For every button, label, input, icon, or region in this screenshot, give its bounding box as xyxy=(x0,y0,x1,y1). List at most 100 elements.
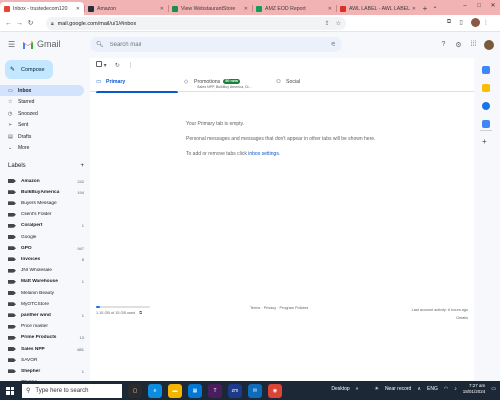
open-storage-icon[interactable]: ⧉ xyxy=(139,311,142,315)
label-item[interactable]: BulkBuyAmerica 194 xyxy=(8,187,84,197)
sidebar-item-snoozed[interactable]: ◷ Snoozed xyxy=(0,108,84,119)
lock-icon[interactable]: 🔒︎ xyxy=(51,21,54,27)
tray-overflow-icon[interactable]: ∧ xyxy=(417,386,421,392)
terms-links[interactable]: Terms · Privacy · Program Policies xyxy=(250,306,308,310)
browser-tab[interactable]: View WebstaurantStore ✕ xyxy=(168,2,252,15)
mail-icon[interactable]: ✉ xyxy=(248,383,262,398)
sidebar-item-inbox[interactable]: ▭ Inbox xyxy=(0,85,84,96)
task-view-icon[interactable]: ▢ xyxy=(128,383,142,398)
compose-button[interactable]: ✎ Compose xyxy=(5,60,53,79)
label-item[interactable]: GPO 947 xyxy=(8,243,84,253)
sidebar-item-sent[interactable]: ➢ Sent xyxy=(0,120,84,131)
label-item[interactable]: Prime Products 13 xyxy=(8,333,84,343)
tab-primary[interactable]: ▭ Primary xyxy=(96,76,178,93)
inbox-settings-link[interactable]: inbox settings xyxy=(248,151,279,157)
sidebar-item-drafts[interactable]: ▤ Drafts xyxy=(0,131,84,142)
edge-icon[interactable]: e xyxy=(148,383,162,398)
details-link[interactable]: Details xyxy=(412,314,468,322)
label-item[interactable]: Price master xyxy=(8,322,84,332)
windows-start-icon[interactable] xyxy=(6,386,14,395)
close-window-icon[interactable]: ✕ xyxy=(486,0,500,13)
add-addon-icon[interactable]: + xyxy=(482,137,487,146)
clock[interactable]: 7:27 am 18/01/2024 xyxy=(463,383,486,395)
maximize-icon[interactable]: □ xyxy=(472,0,486,13)
close-tab-icon[interactable]: ✕ xyxy=(76,6,80,12)
url-text[interactable]: mail.google.com/mail/u/1/#inbox xyxy=(58,21,319,27)
label-name: Invoices xyxy=(21,256,41,262)
back-icon[interactable]: ← xyxy=(3,20,14,27)
menu-dots-icon[interactable]: ⋮ xyxy=(480,19,492,26)
share-icon[interactable]: ⇪ xyxy=(325,20,330,27)
zoom-icon[interactable]: zm xyxy=(228,383,242,398)
search-options-icon[interactable]: ⚟ xyxy=(331,41,336,48)
label-item[interactable]: Invoices 8 xyxy=(8,254,84,264)
search-icon[interactable]: 🔍︎ xyxy=(96,41,104,48)
desktop-toolbar[interactable]: Desktop xyxy=(331,386,349,392)
keep-icon[interactable] xyxy=(482,84,490,92)
close-tab-icon[interactable]: ✕ xyxy=(160,6,164,12)
forward-icon[interactable]: → xyxy=(14,20,25,27)
browser-tab[interactable]: AWL LABEL - AWL LABEL ✕ xyxy=(336,2,420,15)
address-bar[interactable]: 🔒︎ mail.google.com/mail/u/1/#inbox ⇪ ☆ xyxy=(46,17,346,30)
browser-tab[interactable]: AMZ EOD Report ✕ xyxy=(252,2,336,15)
more-actions-icon[interactable]: ⋮ xyxy=(128,62,134,69)
sidebar-item-starred[interactable]: ☆ Starred xyxy=(0,97,84,108)
bookmark-star-icon[interactable]: ☆ xyxy=(336,20,341,27)
label-item[interactable]: Sales NPP 881 xyxy=(8,344,84,354)
profile-avatar[interactable] xyxy=(471,18,480,27)
tasks-icon[interactable] xyxy=(482,102,490,110)
select-all-checkbox[interactable]: ▾ xyxy=(96,61,107,69)
teams-icon[interactable]: T xyxy=(208,383,222,398)
sidebar-item-more[interactable]: ⌄ More xyxy=(0,143,84,154)
taskbar-search[interactable]: ⚲ Type here to search xyxy=(22,383,122,398)
extensions-icon[interactable]: ⧉ xyxy=(443,19,455,26)
settings-gear-icon[interactable]: ⚙ xyxy=(451,41,466,49)
label-item[interactable]: JNI Wholesale xyxy=(8,266,84,276)
label-item[interactable]: Buyers Message xyxy=(8,198,84,208)
search-bar[interactable]: 🔍︎ ⚟ xyxy=(90,37,342,52)
desktop-chevron-icon[interactable]: » xyxy=(356,386,359,392)
browser-tab[interactable]: Amazon ✕ xyxy=(84,2,168,15)
volume-icon[interactable]: ♪ xyxy=(454,386,457,392)
reload-icon[interactable]: ↻ xyxy=(25,19,36,27)
help-icon[interactable]: ? xyxy=(436,41,451,49)
language-indicator[interactable]: ENG xyxy=(427,386,438,392)
weather-text[interactable]: Near record xyxy=(385,386,411,392)
close-tab-icon[interactable]: ✕ xyxy=(328,6,332,12)
sidebar-icon[interactable]: ▯ xyxy=(455,19,467,26)
tab-search-icon[interactable]: ⌄ xyxy=(430,2,440,12)
store-icon[interactable]: ▦ xyxy=(188,383,202,398)
label-item[interactable]: Amazon 242 xyxy=(8,176,84,186)
file-explorer-icon[interactable]: ▬ xyxy=(168,383,182,398)
label-item[interactable]: SAVOR xyxy=(8,355,84,365)
browser-tab[interactable]: Inbox - trustedecom120 ✕ xyxy=(0,2,84,15)
contacts-icon[interactable] xyxy=(482,120,490,128)
refresh-icon[interactable]: ↻ xyxy=(115,62,120,69)
minimize-icon[interactable]: – xyxy=(458,0,472,13)
search-input[interactable] xyxy=(109,41,310,48)
label-item[interactable]: Melanin Beauty xyxy=(8,288,84,298)
chrome-icon[interactable]: ◉ xyxy=(268,383,282,398)
close-tab-icon[interactable]: ✕ xyxy=(244,6,248,12)
account-avatar[interactable] xyxy=(484,40,494,50)
label-item[interactable]: Client's Folder xyxy=(8,210,84,220)
label-item[interactable]: Coralpert 1 xyxy=(8,221,84,231)
calendar-icon[interactable] xyxy=(482,66,490,74)
close-tab-icon[interactable]: ✕ xyxy=(412,6,416,12)
gmail-logo[interactable]: Gmail xyxy=(22,39,61,49)
label-item[interactable]: Shepher 1 xyxy=(8,366,84,376)
new-tab-button[interactable]: + xyxy=(420,2,430,15)
label-item[interactable]: Google xyxy=(8,232,84,242)
main-menu-icon[interactable]: ☰ xyxy=(8,41,16,49)
tab-social[interactable]: ⚇ Social xyxy=(276,76,356,92)
tab-promotions[interactable]: ◇ Promotions 50 new xyxy=(184,76,274,92)
apps-grid-icon[interactable]: ⁞⁞⁞ xyxy=(466,41,481,49)
label-item[interactable]: MyOTCStore xyxy=(8,299,84,309)
weather-icon[interactable]: ☀ xyxy=(374,386,378,392)
label-item[interactable]: Matt Warehouse 1 xyxy=(8,277,84,287)
notifications-icon[interactable]: ▭ xyxy=(491,386,496,392)
add-label-icon[interactable]: + xyxy=(80,163,84,169)
mail-toolbar: ▾ ↻ ⋮ xyxy=(96,61,142,69)
label-item[interactable]: panther wind 1 xyxy=(8,310,84,320)
wifi-icon[interactable]: ◠ xyxy=(444,386,448,392)
